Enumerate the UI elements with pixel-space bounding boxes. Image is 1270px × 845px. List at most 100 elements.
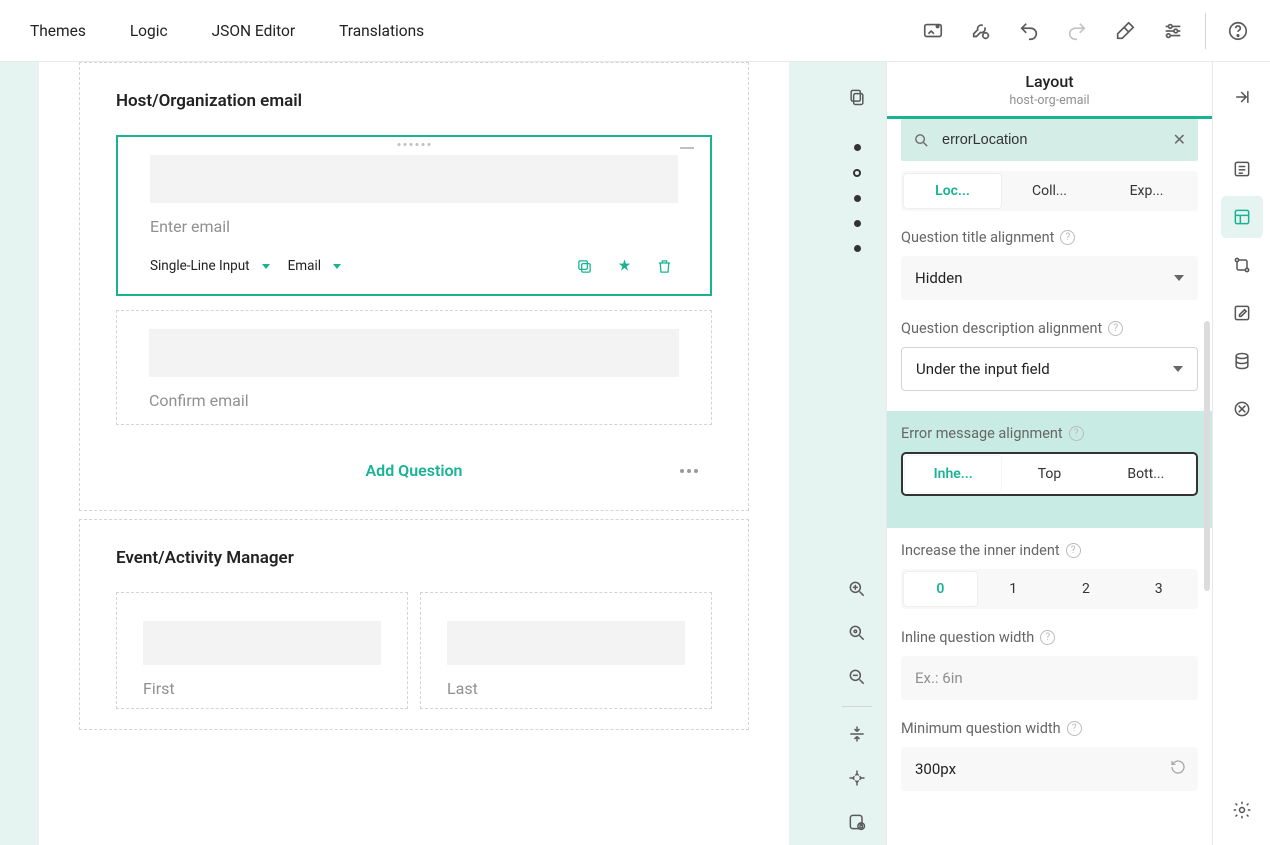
page-dot-current[interactable] (853, 169, 861, 177)
add-question-button[interactable]: Add Question (366, 461, 463, 480)
min-width-input[interactable]: 300px (901, 747, 1198, 791)
zoom-out-icon[interactable] (836, 656, 878, 698)
question-type-select[interactable]: Single-Line Input (150, 258, 276, 274)
segment-location[interactable]: Loc... (904, 174, 1001, 208)
collapse-panel-icon[interactable] (1221, 76, 1263, 118)
indent-0[interactable]: 0 (904, 572, 977, 606)
page-dot[interactable] (854, 195, 861, 202)
property-panel: Layout host-org-email ✕ Loc... Coll... E… (886, 62, 1212, 845)
page-dot[interactable] (854, 245, 861, 252)
segment-collapse[interactable]: Coll... (1001, 174, 1098, 208)
question-input-preview[interactable] (447, 621, 685, 665)
indent-1[interactable]: 1 (977, 572, 1050, 606)
design-canvas[interactable]: Host/Organization email Enter email Sing… (0, 62, 828, 845)
property-panel-title: Layout (887, 72, 1212, 91)
duplicate-icon[interactable] (570, 252, 598, 280)
drag-handle-icon[interactable] (398, 143, 431, 146)
question-label[interactable]: Enter email (150, 217, 678, 236)
sliders-icon[interactable] (1149, 7, 1197, 55)
segment-inherit[interactable]: Inhe... (905, 456, 1001, 492)
segment-bottom[interactable]: Bott... (1098, 456, 1194, 492)
property-panel-header: Layout host-org-email (887, 62, 1212, 116)
layout-tab-icon[interactable] (1221, 196, 1263, 238)
top-toolbar: Themes Logic JSON Editor Translations (0, 0, 1270, 62)
device-lock-icon[interactable] (836, 801, 878, 843)
tab-translations[interactable]: Translations (317, 0, 446, 61)
undo-icon[interactable] (1005, 7, 1053, 55)
page-dot[interactable] (854, 144, 861, 151)
collapse-vertical-icon[interactable] (836, 713, 878, 755)
scrollbar[interactable] (1204, 321, 1210, 591)
panel-host-org-email[interactable]: Host/Organization email Enter email Sing… (79, 62, 749, 511)
segment-expand[interactable]: Exp... (1098, 174, 1195, 208)
eraser-icon[interactable] (1101, 7, 1149, 55)
preview-icon[interactable] (909, 7, 957, 55)
settings-wrench-icon[interactable] (957, 7, 1005, 55)
question-enter-email[interactable]: Enter email Single-Line Input Email (116, 135, 712, 296)
property-search-input[interactable] (940, 131, 1163, 149)
question-first-name[interactable]: First (116, 592, 408, 709)
tab-themes[interactable]: Themes (8, 0, 108, 61)
title-alignment-select[interactable]: Hidden (901, 256, 1198, 300)
field-inline-width: Inline question width? Ex.: 6in (901, 629, 1198, 700)
property-panel-subtitle: host-org-email (887, 93, 1212, 108)
panel-title: Event/Activity Manager (116, 548, 712, 568)
layout-mode-segment[interactable]: Loc... Coll... Exp... (901, 171, 1198, 211)
panel-title: Host/Organization email (116, 91, 712, 111)
inline-width-input[interactable]: Ex.: 6in (901, 656, 1198, 700)
question-input-preview[interactable] (149, 329, 679, 377)
collapse-icon[interactable] (680, 147, 694, 149)
segment-top[interactable]: Top (1001, 456, 1097, 492)
data-tab-icon[interactable] (1221, 340, 1263, 382)
question-subtype-select[interactable]: Email (288, 258, 347, 274)
help-icon[interactable]: ? (1067, 721, 1082, 736)
chevron-down-icon (1173, 366, 1183, 372)
field-label-text: Error message alignment (901, 425, 1063, 442)
search-icon (913, 132, 930, 149)
tab-logic[interactable]: Logic (108, 0, 190, 61)
field-min-width: Minimum question width? 300px (901, 720, 1198, 791)
help-icon[interactable]: ? (1069, 426, 1084, 441)
validation-tab-icon[interactable] (1221, 388, 1263, 430)
delete-icon[interactable] (650, 252, 678, 280)
gear-icon[interactable] (1221, 789, 1263, 831)
help-icon[interactable]: ? (1066, 543, 1081, 558)
panel-event-manager[interactable]: Event/Activity Manager First Last (79, 519, 749, 730)
field-inner-indent: Increase the inner indent? 0 1 2 3 (901, 542, 1198, 609)
reset-icon[interactable] (1170, 759, 1186, 779)
edit-tab-icon[interactable] (1221, 292, 1263, 334)
required-icon[interactable] (610, 252, 638, 280)
clear-search-icon[interactable]: ✕ (1173, 132, 1186, 148)
question-last-name[interactable]: Last (420, 592, 712, 709)
property-search[interactable]: ✕ (901, 119, 1198, 161)
help-icon[interactable]: ? (1040, 630, 1055, 645)
help-icon[interactable]: ? (1060, 230, 1075, 245)
field-label-text: Increase the inner indent (901, 542, 1060, 559)
question-input-preview[interactable] (150, 155, 678, 203)
right-sidebar (1212, 62, 1270, 845)
logic-tab-icon[interactable] (1221, 244, 1263, 286)
page-navigator[interactable] (853, 144, 861, 252)
field-label-text: Inline question width (901, 629, 1034, 646)
tab-json-editor[interactable]: JSON Editor (190, 0, 318, 61)
general-tab-icon[interactable] (1221, 148, 1263, 190)
question-input-preview[interactable] (143, 621, 381, 665)
question-label[interactable]: Confirm email (149, 391, 679, 410)
help-icon[interactable] (1214, 7, 1262, 55)
field-description-alignment: Question description alignment? Under th… (901, 320, 1198, 391)
indent-3[interactable]: 3 (1122, 572, 1195, 606)
chevron-down-icon (333, 264, 341, 269)
expand-icon[interactable] (836, 757, 878, 799)
zoom-in-icon[interactable] (836, 568, 878, 610)
question-confirm-email[interactable]: Confirm email (116, 310, 712, 425)
indent-segment[interactable]: 0 1 2 3 (901, 569, 1198, 609)
copy-page-icon[interactable] (836, 76, 878, 118)
zoom-100-icon[interactable] (836, 612, 878, 654)
page-dot[interactable] (854, 220, 861, 227)
error-alignment-segment[interactable]: Inhe... Top Bott... (901, 452, 1198, 496)
description-alignment-select[interactable]: Under the input field (901, 347, 1198, 391)
indent-2[interactable]: 2 (1050, 572, 1123, 606)
more-options-icon[interactable] (680, 469, 698, 473)
help-icon[interactable]: ? (1108, 321, 1123, 336)
field-label-text: Minimum question width (901, 720, 1061, 737)
